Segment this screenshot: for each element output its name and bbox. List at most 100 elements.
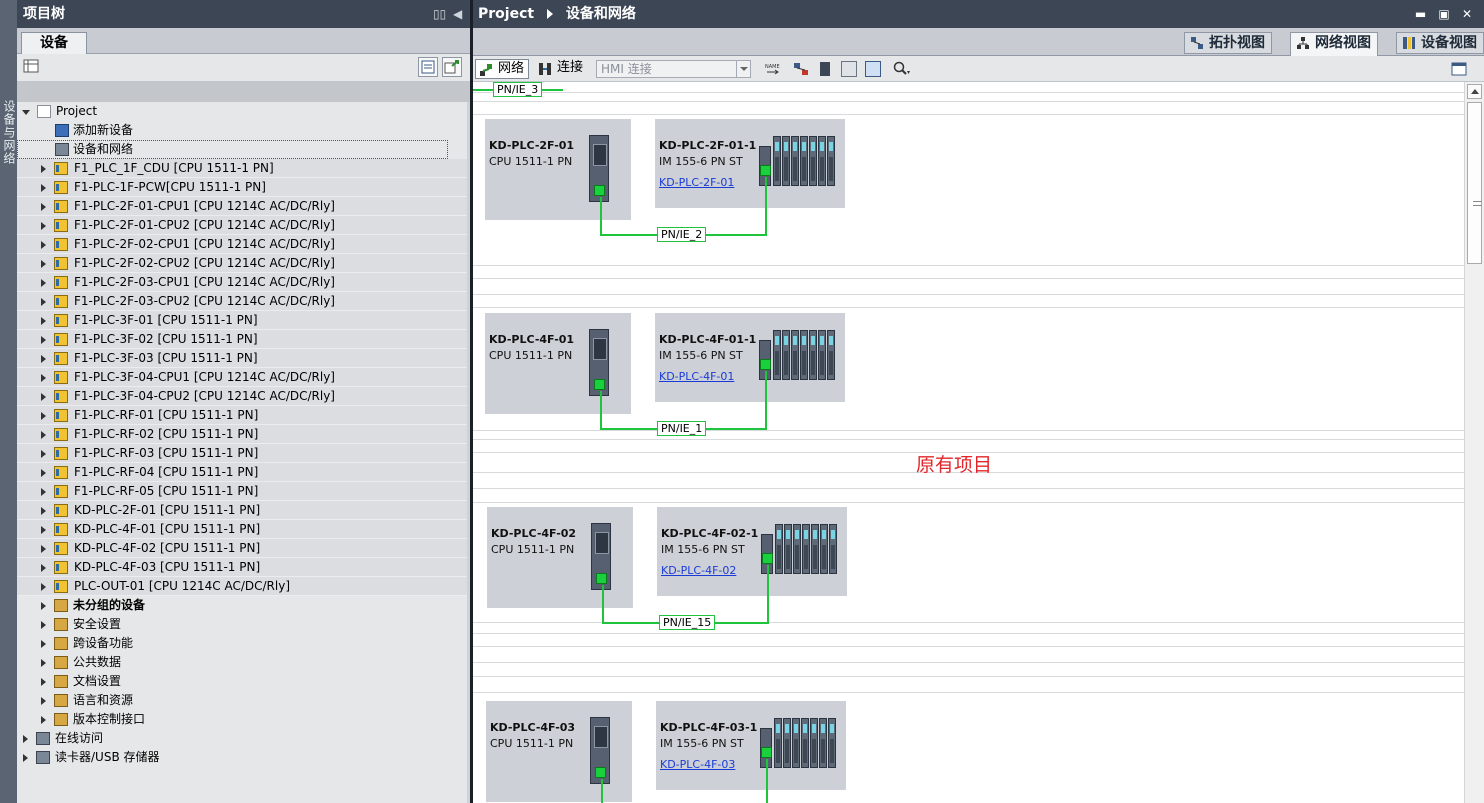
zoom-icon[interactable] xyxy=(893,61,910,77)
profinet-port-icon[interactable] xyxy=(594,379,605,390)
tree-node-device[interactable]: PLC-OUT-01 [CPU 1214C AC/DC/Rly] xyxy=(17,577,470,596)
expand-triangle-icon[interactable] xyxy=(41,222,46,230)
expand-triangle-icon[interactable] xyxy=(41,355,46,363)
window-controls[interactable]: ▬ ▣ ✕ xyxy=(1415,0,1476,28)
tree-node-add-device[interactable]: 添加新设备 xyxy=(17,121,470,140)
tree-node-device[interactable]: KD-PLC-2F-01 [CPU 1511-1 PN] xyxy=(17,501,470,520)
plc-device-box[interactable]: KD-PLC-4F-01 CPU 1511-1 PN xyxy=(485,313,631,414)
expand-triangle-icon[interactable] xyxy=(23,754,28,762)
tree-node-folder[interactable]: 文档设置 xyxy=(17,672,470,691)
plc-device-box[interactable]: KD-PLC-4F-02 CPU 1511-1 PN xyxy=(487,507,633,608)
expand-triangle-icon[interactable] xyxy=(41,640,46,648)
tree-node-devices-networks[interactable]: 设备和网络 xyxy=(17,140,448,159)
expand-triangle-icon[interactable] xyxy=(41,165,46,173)
expand-triangle-icon[interactable] xyxy=(41,203,46,211)
subnet-label[interactable]: PN/IE_2 xyxy=(657,227,707,242)
tree-node-device[interactable]: F1-PLC-3F-02 [CPU 1511-1 PN] xyxy=(17,330,470,349)
network-wire[interactable] xyxy=(602,585,604,622)
export-icon[interactable] xyxy=(442,57,462,77)
plc-device-box[interactable]: KD-PLC-2F-01 CPU 1511-1 PN xyxy=(485,119,631,220)
table-toggle-icon[interactable] xyxy=(865,61,881,77)
tree-node-folder[interactable]: 安全设置 xyxy=(17,615,470,634)
io-controller-link[interactable]: KD-PLC-4F-03 xyxy=(660,758,735,771)
tree-node-folder[interactable]: 未分组的设备 xyxy=(17,596,470,615)
tree-node-device[interactable]: F1-PLC-2F-03-CPU1 [CPU 1214C AC/DC/Rly] xyxy=(17,273,470,292)
profinet-port-icon[interactable] xyxy=(762,553,773,564)
expand-triangle-icon[interactable] xyxy=(41,678,46,686)
tree-node-device[interactable]: F1-PLC-2F-01-CPU1 [CPU 1214C AC/DC/Rly] xyxy=(17,197,470,216)
expand-triangle-icon[interactable] xyxy=(23,735,28,743)
tab-devices[interactable]: 设备 xyxy=(21,32,87,55)
expand-triangle-icon[interactable] xyxy=(41,241,46,249)
io-controller-link[interactable]: KD-PLC-2F-01 xyxy=(659,176,734,189)
tab-device-view[interactable]: 设备视图 xyxy=(1396,32,1484,54)
tree-node-device[interactable]: F1-PLC-RF-01 [CPU 1511-1 PN] xyxy=(17,406,470,425)
io-controller-link[interactable]: KD-PLC-4F-02 xyxy=(661,564,736,577)
io-device-box[interactable]: KD-PLC-2F-01-1 IM 155-6 PN ST KD-PLC-2F-01 xyxy=(655,119,845,208)
network-wire[interactable] xyxy=(600,197,602,234)
network-wire[interactable] xyxy=(766,759,768,803)
expand-triangle-icon[interactable] xyxy=(41,298,46,306)
tree-node-folder[interactable]: 公共数据 xyxy=(17,653,470,672)
hmi-connection-select[interactable]: HMI 连接 xyxy=(596,60,751,78)
collapse-triangle-icon[interactable] xyxy=(22,110,30,115)
page-break-icon[interactable] xyxy=(817,61,833,77)
tree-node-device[interactable]: F1-PLC-RF-03 [CPU 1511-1 PN] xyxy=(17,444,470,463)
tree-node-device[interactable]: F1-PLC-2F-03-CPU2 [CPU 1214C AC/DC/Rly] xyxy=(17,292,470,311)
scroll-up-arrow-icon[interactable] xyxy=(1467,84,1482,99)
tree-node-folder[interactable]: 版本控制接口 xyxy=(17,710,470,729)
tree-node-project[interactable]: Project xyxy=(17,102,470,121)
expand-triangle-icon[interactable] xyxy=(41,279,46,287)
expand-triangle-icon[interactable] xyxy=(41,602,46,610)
expand-triangle-icon[interactable] xyxy=(41,469,46,477)
expand-triangle-icon[interactable] xyxy=(41,184,46,192)
profinet-port-icon[interactable] xyxy=(761,747,772,758)
name-display-icon[interactable]: NAME xyxy=(765,61,781,77)
network-wire[interactable] xyxy=(767,565,769,622)
expand-triangle-icon[interactable] xyxy=(41,431,46,439)
tab-network-view[interactable]: 网络视图 xyxy=(1290,32,1378,57)
tree-node-device[interactable]: F1-PLC-RF-04 [CPU 1511-1 PN] xyxy=(17,463,470,482)
profinet-port-icon[interactable] xyxy=(595,767,606,778)
tree-node-folder[interactable]: 跨设备功能 xyxy=(17,634,470,653)
tree-node-root[interactable]: 读卡器/USB 存储器 xyxy=(17,748,470,767)
breadcrumb-project[interactable]: Project xyxy=(478,6,534,22)
io-controller-link[interactable]: KD-PLC-4F-01 xyxy=(659,370,734,383)
collapse-panel-icon[interactable]: ◀ xyxy=(453,0,462,28)
tree-node-device[interactable]: F1-PLC-2F-01-CPU2 [CPU 1214C AC/DC/Rly] xyxy=(17,216,470,235)
tree-node-device[interactable]: F1-PLC-RF-02 [CPU 1511-1 PN] xyxy=(17,425,470,444)
network-wire[interactable] xyxy=(601,779,603,803)
tree-node-device[interactable]: F1-PLC-RF-05 [CPU 1511-1 PN] xyxy=(17,482,470,501)
expand-triangle-icon[interactable] xyxy=(41,659,46,667)
network-canvas[interactable]: PN/IE_3 KD-PLC-2F-01 CPU 1511-1 PN KD-PLC-… xyxy=(473,82,1464,803)
network-wire[interactable] xyxy=(600,391,602,428)
connections-button[interactable]: 连接 xyxy=(535,59,587,79)
tree-node-device[interactable]: KD-PLC-4F-02 [CPU 1511-1 PN] xyxy=(17,539,470,558)
tree-node-device[interactable]: KD-PLC-4F-03 [CPU 1511-1 PN] xyxy=(17,558,470,577)
expand-triangle-icon[interactable] xyxy=(41,545,46,553)
expand-triangle-icon[interactable] xyxy=(41,336,46,344)
expand-triangle-icon[interactable] xyxy=(41,621,46,629)
network-wire[interactable] xyxy=(765,371,767,428)
expand-triangle-icon[interactable] xyxy=(41,393,46,401)
expand-triangle-icon[interactable] xyxy=(41,488,46,496)
grid-toggle-icon[interactable] xyxy=(841,61,857,77)
tree-node-device[interactable]: F1-PLC-3F-04-CPU2 [CPU 1214C AC/DC/Rly] xyxy=(17,387,470,406)
profinet-port-icon[interactable] xyxy=(596,573,607,584)
expand-triangle-icon[interactable] xyxy=(41,260,46,268)
overview-view-icon[interactable] xyxy=(418,57,438,77)
expand-triangle-icon[interactable] xyxy=(41,564,46,572)
tree-node-device[interactable]: F1-PLC-3F-04-CPU1 [CPU 1214C AC/DC/Rly] xyxy=(17,368,470,387)
tree-node-device[interactable]: F1-PLC-2F-02-CPU2 [CPU 1214C AC/DC/Rly] xyxy=(17,254,470,273)
scrollbar-thumb[interactable] xyxy=(1467,102,1482,264)
network-mode-button[interactable]: 网络 xyxy=(475,59,530,79)
profinet-port-icon[interactable] xyxy=(760,165,771,176)
canvas-scrollbar[interactable] xyxy=(1464,82,1484,803)
profinet-port-icon[interactable] xyxy=(594,185,605,196)
grid-view-icon[interactable] xyxy=(23,58,43,78)
portal-side-tab[interactable]: 设备与网络 xyxy=(0,0,17,803)
network-wire[interactable] xyxy=(765,177,767,234)
expand-triangle-icon[interactable] xyxy=(41,583,46,591)
io-device-box[interactable]: KD-PLC-4F-03-1 IM 155-6 PN ST KD-PLC-4F-03 xyxy=(656,701,846,790)
tab-topology-view[interactable]: 拓扑视图 xyxy=(1184,32,1272,54)
